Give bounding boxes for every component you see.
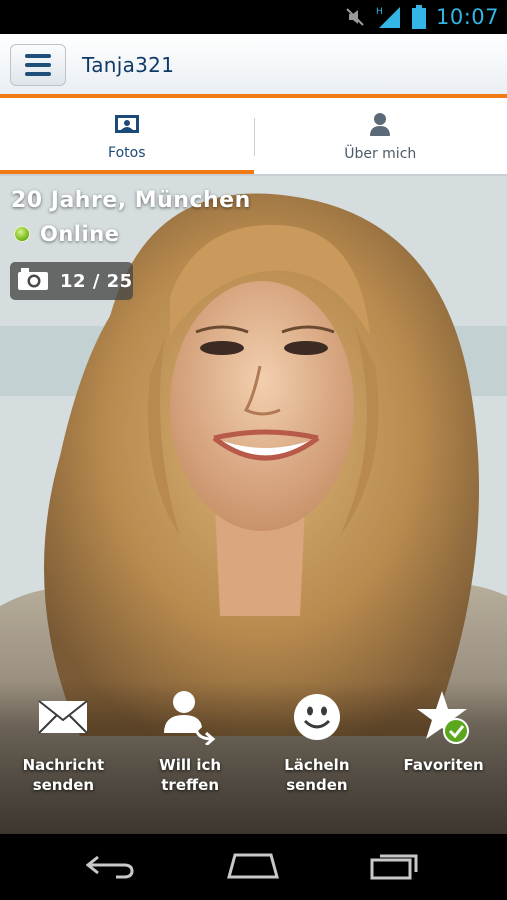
- tab-fotos[interactable]: Fotos: [0, 98, 254, 176]
- send-message-label: Nachricht senden: [22, 756, 105, 794]
- page-title: Tanja321: [82, 53, 175, 77]
- battery-icon: [411, 5, 426, 29]
- online-status-label: Online: [40, 222, 120, 246]
- back-icon: [85, 851, 136, 883]
- mute-icon: [344, 6, 366, 28]
- photos-icon: [114, 113, 140, 139]
- tab-ueber-mich-label: Über mich: [344, 146, 417, 162]
- envelope-icon: [38, 689, 89, 745]
- age-location: 20 Jahre, München: [11, 188, 251, 213]
- send-message-button[interactable]: Nachricht senden: [8, 689, 118, 795]
- profile-actions: Nachricht senden Will ich treffen Lächel…: [0, 681, 507, 834]
- star-check-icon: [416, 689, 472, 745]
- action-bar: Tanja321: [0, 34, 507, 96]
- tab-divider: [254, 118, 255, 156]
- network-type: H: [376, 7, 383, 17]
- want-to-meet-label: Will ich treffen: [159, 756, 222, 794]
- recent-apps-icon: [370, 850, 422, 884]
- back-button[interactable]: [66, 842, 156, 892]
- navigation-bar: [0, 834, 507, 900]
- send-smile-button[interactable]: Lächeln senden: [262, 689, 372, 795]
- online-status: Online: [14, 222, 119, 246]
- status-bar: H 10:07: [0, 0, 507, 34]
- photo-counter[interactable]: 12 / 25: [10, 262, 133, 300]
- photo-counter-text: 12 / 25: [60, 270, 133, 292]
- signal-icon: H: [376, 5, 402, 29]
- home-button[interactable]: [208, 842, 298, 892]
- camera-icon: [18, 268, 48, 294]
- send-smile-label: Lächeln senden: [284, 756, 350, 794]
- meet-person-icon: [160, 689, 220, 745]
- clock: 10:07: [435, 5, 499, 29]
- favorites-label: Favoriten: [403, 756, 484, 774]
- recent-apps-button[interactable]: [351, 842, 441, 892]
- online-indicator-icon: [14, 226, 30, 242]
- tab-fotos-label: Fotos: [108, 145, 146, 161]
- menu-button[interactable]: [10, 44, 66, 86]
- smiley-icon: [293, 689, 341, 745]
- person-icon: [369, 112, 391, 140]
- want-to-meet-button[interactable]: Will ich treffen: [135, 689, 245, 795]
- profile-photo[interactable]: 20 Jahre, München Online 12 / 25 Nachric…: [0, 176, 507, 834]
- tab-ueber-mich[interactable]: Über mich: [254, 98, 507, 176]
- favorites-button[interactable]: Favoriten: [389, 689, 499, 775]
- hamburger-icon: [25, 54, 51, 58]
- home-icon: [225, 851, 281, 883]
